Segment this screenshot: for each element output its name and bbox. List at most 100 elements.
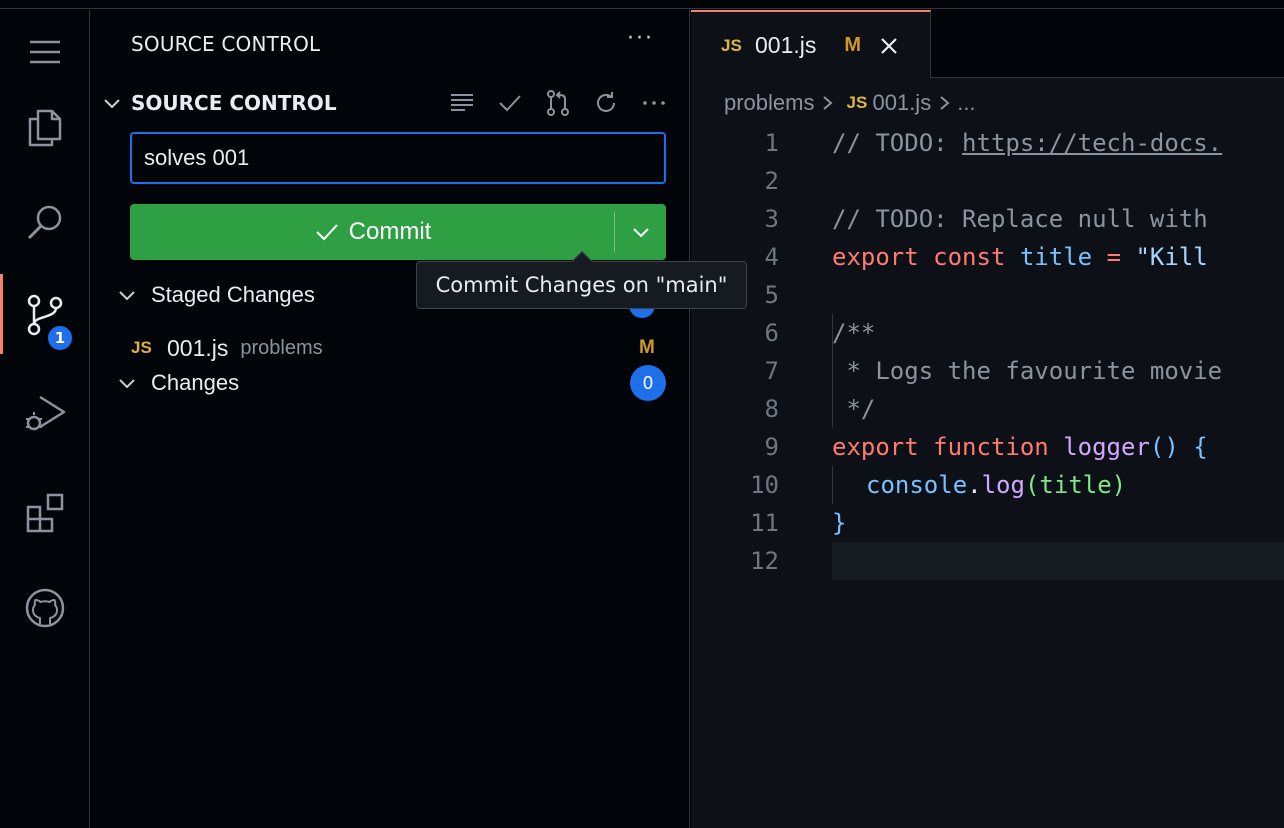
panel-more-button[interactable]: ··· <box>627 26 654 51</box>
code-token: title <box>1019 243 1093 271</box>
editor-tabs: JS 001.js M <box>691 10 1284 79</box>
changes-count-badge: 0 <box>630 365 666 401</box>
commit-dropdown-button[interactable] <box>616 204 666 260</box>
ellipsis-icon <box>643 101 665 105</box>
list-icon <box>451 94 473 111</box>
code-token: logger <box>1063 433 1150 461</box>
line-number: 9 <box>764 433 779 461</box>
code-token: . <box>967 471 982 499</box>
close-icon[interactable] <box>877 34 901 58</box>
search-icon <box>27 205 62 240</box>
commit-button-label: Commit <box>348 218 432 245</box>
code-link[interactable]: https://tech-docs. <box>962 129 1222 157</box>
line-number: 10 <box>750 471 779 499</box>
more-actions-button[interactable] <box>637 86 671 120</box>
run-debug-button[interactable] <box>0 372 90 452</box>
breadcrumb-file[interactable]: 001.js <box>872 90 931 116</box>
code-token: } <box>832 509 847 537</box>
line-number: 2 <box>764 167 779 195</box>
chevron-right-icon <box>823 96 834 110</box>
activity-bar: 1 <box>0 10 90 828</box>
file-directory: problems <box>240 336 323 359</box>
title-bar-edge <box>0 0 1284 9</box>
code-line: 9 export function logger() { <box>691 428 1284 466</box>
file-status-modified: M <box>639 337 655 358</box>
files-icon <box>28 109 62 147</box>
section-title: SOURCE CONTROL <box>131 91 337 115</box>
chevron-down-icon <box>104 99 120 109</box>
code-line: 10 console.log(title) <box>691 466 1284 504</box>
editor-area: JS 001.js M problems JS 001.js ... 1 // … <box>691 10 1284 828</box>
tab-label: 001.js <box>755 32 817 58</box>
code-line: 5 <box>691 276 1284 314</box>
changes-group[interactable]: Changes 0 <box>115 365 675 401</box>
code-token: const <box>933 243 1006 271</box>
hamburger-menu-icon <box>30 40 60 64</box>
code-token: = <box>1106 243 1122 271</box>
code-token: "Kill <box>1135 243 1208 271</box>
source-control-panel: SOURCE CONTROL ··· SOURCE CONTROL Commit <box>91 10 690 828</box>
breadcrumb-symbols[interactable]: ... <box>957 90 975 116</box>
github-icon <box>25 588 65 628</box>
current-line-highlight <box>832 542 1284 580</box>
pull-request-icon <box>547 90 569 116</box>
github-button[interactable] <box>0 568 90 648</box>
staged-file-row[interactable]: JS 001.js problems M <box>131 328 671 368</box>
line-number: 11 <box>750 509 779 537</box>
code-token: () { <box>1149 433 1208 461</box>
line-number: 12 <box>750 547 779 575</box>
code-token: log <box>981 471 1025 499</box>
commit-check-button[interactable] <box>493 86 527 120</box>
explorer-button[interactable] <box>0 88 90 168</box>
section-actions <box>445 86 671 120</box>
breadcrumb-folder[interactable]: problems <box>724 90 814 116</box>
code-token: export <box>832 243 919 271</box>
view-as-tree-button[interactable] <box>445 86 479 120</box>
javascript-file-icon: JS <box>721 35 742 55</box>
line-number: 3 <box>764 205 779 233</box>
line-number: 6 <box>764 319 779 347</box>
code-line: 11 } <box>691 504 1284 542</box>
code-editor[interactable]: 1 // TODO: https://tech-docs. 2 3 // TOD… <box>691 124 1284 580</box>
extensions-button[interactable] <box>0 472 90 552</box>
file-name: 001.js <box>167 334 229 361</box>
chevron-down-icon <box>119 291 135 301</box>
tab-modified-indicator: M <box>844 34 862 56</box>
code-line: 8 */ <box>691 390 1284 428</box>
code-line: 6 /** <box>691 314 1284 352</box>
code-token: /** <box>832 319 876 347</box>
code-token: (title) <box>1024 471 1127 499</box>
source-control-button[interactable]: 1 <box>0 274 90 354</box>
extensions-icon <box>26 493 64 533</box>
code-line: 3 // TODO: Replace null with <box>691 200 1284 238</box>
javascript-file-icon: JS <box>846 93 868 112</box>
chevron-right-icon <box>940 96 950 110</box>
tab-001-js[interactable]: JS 001.js M <box>691 10 931 79</box>
staged-changes-label: Staged Changes <box>151 282 315 307</box>
pull-request-button[interactable] <box>541 86 575 120</box>
line-number: 8 <box>764 395 779 423</box>
code-token: * Logs the favourite movie <box>832 357 1223 385</box>
chevron-down-icon <box>633 228 649 238</box>
check-icon <box>315 224 338 241</box>
commit-button[interactable]: Commit <box>130 204 614 260</box>
code-line: 1 // TODO: https://tech-docs. <box>691 124 1284 162</box>
code-token: console <box>866 471 968 499</box>
source-control-badge: 1 <box>45 323 75 353</box>
breadcrumb: problems JS 001.js ... <box>724 88 976 118</box>
code-line: 4 export const title = "Kill <box>691 238 1284 276</box>
panel-title: SOURCE CONTROL <box>131 32 321 56</box>
code-token: function <box>933 433 1049 461</box>
commit-message-input[interactable] <box>130 132 666 184</box>
chevron-down-icon <box>119 379 135 389</box>
refresh-button[interactable] <box>589 86 623 120</box>
changes-label: Changes <box>151 370 240 395</box>
code-token: // TODO: Replace null with <box>832 205 1208 233</box>
menu-button[interactable] <box>0 12 90 92</box>
run-debug-icon <box>26 395 66 431</box>
code-line: 2 <box>691 162 1284 200</box>
refresh-icon <box>597 92 615 112</box>
line-number: 1 <box>764 129 779 157</box>
commit-button-group: Commit <box>130 204 666 260</box>
search-button[interactable] <box>0 182 90 262</box>
